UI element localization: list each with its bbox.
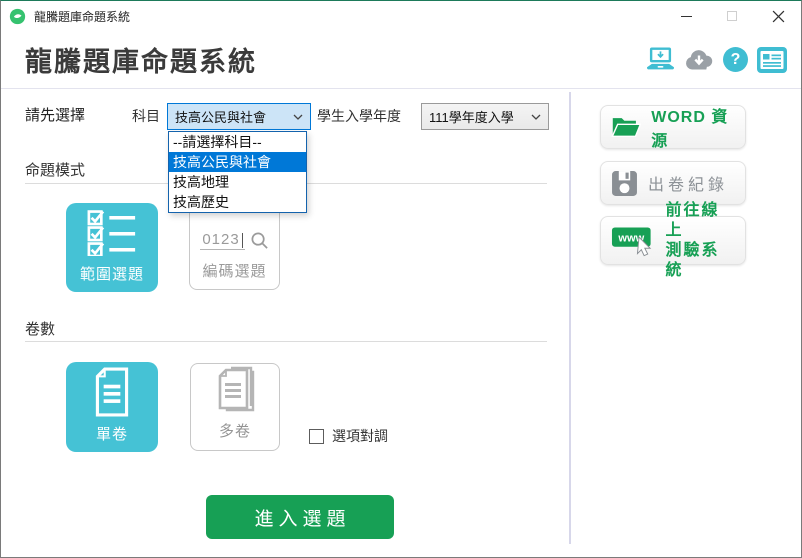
online-test-line2: 測驗系統 [665, 242, 719, 279]
chevron-down-icon [531, 114, 541, 120]
choose-first-label: 請先選擇 [25, 104, 85, 125]
subject-option-civics[interactable]: 技高公民與社會 [169, 152, 306, 172]
close-icon [772, 10, 785, 23]
exam-records-icon[interactable] [757, 47, 787, 73]
header: 龍騰題庫命題系統 ? [1, 31, 801, 89]
enter-selection-button[interactable]: 進入選題 [206, 495, 394, 539]
multi-document-icon [213, 365, 257, 415]
vertical-divider [569, 92, 571, 544]
maximize-button [709, 1, 755, 31]
folder-icon [611, 114, 641, 140]
code-input-row: 0123 [200, 231, 268, 250]
swap-options-checkbox[interactable] [309, 429, 324, 444]
exam-history-button[interactable]: 出卷紀錄 [600, 161, 746, 205]
single-paper-label: 單卷 [96, 423, 128, 444]
window-title: 龍騰題庫命題系統 [34, 8, 130, 25]
code-input[interactable]: 0123 [200, 231, 244, 250]
subject-select[interactable]: 技高公民與社會 [167, 103, 311, 130]
search-icon [250, 231, 269, 250]
subject-option-geography[interactable]: 技高地理 [169, 172, 306, 192]
word-resources-button[interactable]: WORD 資源 [600, 105, 746, 149]
titlebar: 龍騰題庫命題系統 [1, 1, 801, 31]
subject-option-history[interactable]: 技高歷史 [169, 192, 306, 212]
main-content: 請先選擇 科目 技高公民與社會 學生入學年度 111學年度入學 --請選擇科目-… [1, 89, 801, 556]
checklist-icon [87, 208, 137, 256]
subject-option-placeholder[interactable]: --請選擇科目-- [169, 132, 306, 152]
help-icon[interactable]: ? [723, 47, 748, 72]
exam-history-label: 出卷紀錄 [648, 171, 728, 195]
laptop-download-icon[interactable] [646, 47, 675, 72]
code-input-value: 0123 [202, 231, 239, 248]
minimize-button[interactable] [663, 1, 709, 31]
app-window: 龍騰題庫命題系統 龍騰題庫命題系統 [0, 0, 802, 558]
subject-dropdown-list: --請選擇科目-- 技高公民與社會 技高地理 技高歷史 [168, 131, 307, 213]
paper-section-title: 卷數 [25, 318, 55, 339]
online-test-system-label: 前往線上 測驗系統 [665, 201, 735, 281]
range-select-label: 範圍選題 [80, 263, 144, 284]
page-title: 龍騰題庫命題系統 [25, 40, 257, 79]
subject-select-value: 技高公民與社會 [175, 107, 266, 126]
text-caret [242, 233, 243, 248]
header-icons: ? [646, 47, 787, 73]
subject-label: 科目 [132, 106, 160, 126]
single-document-icon [91, 367, 133, 417]
multi-paper-label: 多卷 [219, 420, 251, 441]
word-resources-label: WORD 資源 [651, 103, 735, 151]
range-select-button[interactable]: 範圍選題 [66, 203, 158, 292]
chevron-down-icon [293, 114, 303, 120]
cloud-download-icon[interactable] [684, 49, 714, 71]
code-select-label: 編碼選題 [202, 260, 266, 281]
enrollment-year-value: 111學年度入學 [429, 107, 514, 126]
floppy-disk-icon [611, 170, 638, 197]
www-cursor-icon: www [611, 224, 655, 257]
mode-section-title: 命題模式 [25, 159, 85, 180]
online-test-system-button[interactable]: www 前往線上 測驗系統 [600, 216, 746, 265]
online-test-line1: 前往線上 [665, 202, 719, 239]
enrollment-year-label: 學生入學年度 [317, 106, 401, 126]
window-controls [663, 1, 801, 31]
swap-options-row: 選項對調 [309, 426, 388, 446]
code-select-button[interactable]: 0123 編碼選題 [189, 204, 280, 290]
maximize-icon [727, 11, 737, 21]
single-paper-button[interactable]: 單卷 [66, 362, 158, 452]
multi-paper-button[interactable]: 多卷 [190, 363, 280, 451]
enrollment-year-select[interactable]: 111學年度入學 [421, 103, 549, 130]
swap-options-label: 選項對調 [332, 426, 388, 446]
paper-section-divider [25, 341, 547, 342]
app-logo-icon [9, 8, 26, 25]
close-button[interactable] [755, 1, 801, 31]
minimize-icon [681, 16, 692, 17]
